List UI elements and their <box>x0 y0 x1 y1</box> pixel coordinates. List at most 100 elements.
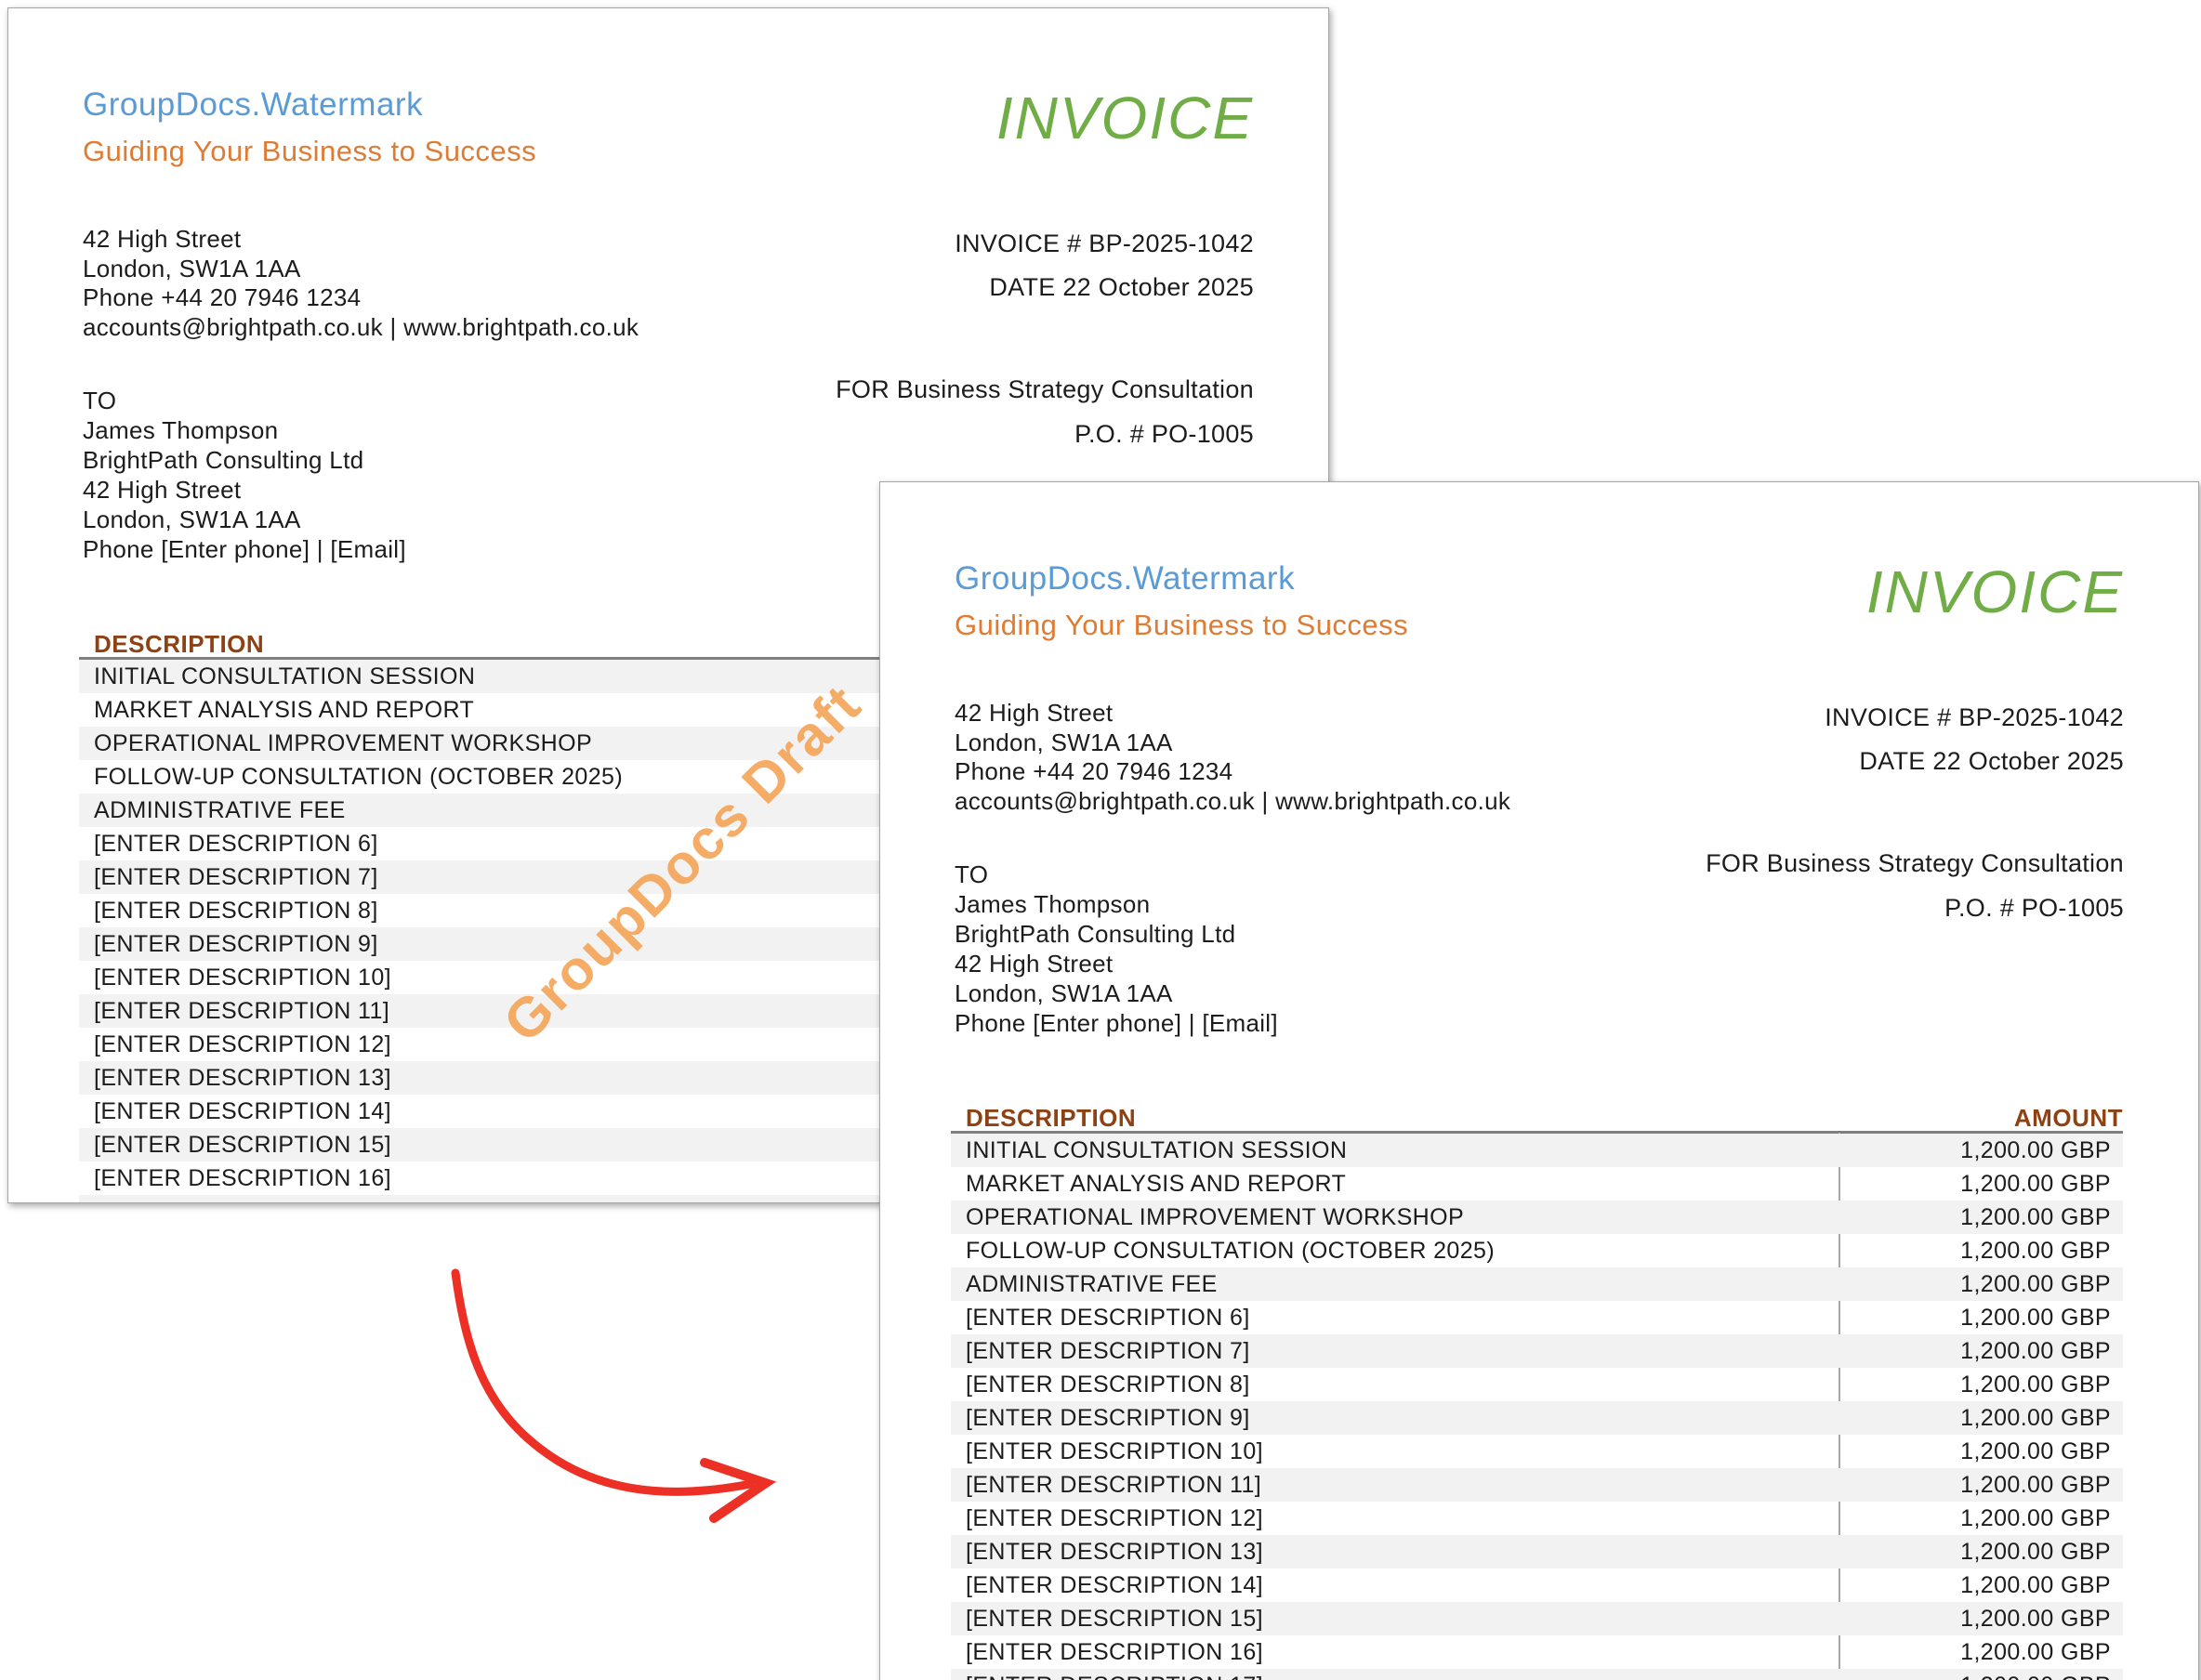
row-description: ADMINISTRATIVE FEE <box>79 797 967 824</box>
table-row: [ENTER DESCRIPTION 8]1,200.00 GBP <box>951 1368 2123 1401</box>
row-amount: 1,200.00 GBP <box>1839 1372 2123 1398</box>
row-description: ADMINISTRATIVE FEE <box>951 1271 1839 1298</box>
table-row: [ENTER DESCRIPTION 14]1,200.00 GBP <box>951 1568 2123 1602</box>
row-description: [ENTER DESCRIPTION 17] <box>951 1673 1839 1680</box>
row-amount: 1,200.00 GBP <box>1839 1505 2123 1532</box>
row-amount: 1,200.00 GBP <box>1839 1405 2123 1432</box>
table-row: INITIAL CONSULTATION SESSION1,200.00 GBP <box>951 1134 2123 1167</box>
to-line: BrightPath Consulting Ltd <box>955 919 1278 949</box>
row-description: [ENTER DESCRIPTION 15] <box>79 1132 967 1159</box>
row-description: [ENTER DESCRIPTION 6] <box>79 831 967 858</box>
row-description: [ENTER DESCRIPTION 13] <box>79 1065 967 1092</box>
row-description: [ENTER DESCRIPTION 7] <box>79 864 967 891</box>
row-amount: 1,200.00 GBP <box>1839 1171 2123 1198</box>
company-address-line: 42 High Street <box>955 699 1510 728</box>
company-address-line: accounts@brightpath.co.uk | www.brightpa… <box>955 787 1510 817</box>
row-description: OPERATIONAL IMPROVEMENT WORKSHOP <box>951 1204 1839 1231</box>
row-description: INITIAL CONSULTATION SESSION <box>951 1137 1839 1164</box>
row-description: [ENTER DESCRIPTION 16] <box>79 1165 967 1192</box>
table-header-amount: AMOUNT <box>2014 1104 2123 1133</box>
table-row: [ENTER DESCRIPTION 11]1,200.00 GBP <box>951 1468 2123 1502</box>
row-description: [ENTER DESCRIPTION 12] <box>951 1505 1839 1532</box>
table-header-description: DESCRIPTION <box>94 630 264 659</box>
invoice-number: INVOICE # BP-2025-1042 <box>955 230 1254 258</box>
to-line: James Thompson <box>955 889 1278 919</box>
table-row: [ENTER DESCRIPTION 10]1,200.00 GBP <box>951 1435 2123 1468</box>
row-description: [ENTER DESCRIPTION 9] <box>79 931 967 958</box>
row-amount: 1,200.00 GBP <box>1839 1472 2123 1499</box>
row-description: [ENTER DESCRIPTION 6] <box>951 1305 1839 1332</box>
invoice-page-clean: GroupDocs.Watermark Guiding Your Busines… <box>879 481 2199 1680</box>
to-label: TO <box>83 386 406 415</box>
bill-to-block: TO James Thompson BrightPath Consulting … <box>83 386 406 564</box>
to-line: London, SW1A 1AA <box>955 978 1278 1008</box>
brand-name: GroupDocs.Watermark <box>83 86 423 124</box>
row-description: [ENTER DESCRIPTION 14] <box>951 1572 1839 1599</box>
row-description: [ENTER DESCRIPTION 15] <box>951 1606 1839 1633</box>
company-address: 42 High Street London, SW1A 1AA Phone +4… <box>83 225 639 343</box>
bill-to-block: TO James Thompson BrightPath Consulting … <box>955 860 1278 1038</box>
row-amount: 1,200.00 GBP <box>1839 1137 2123 1164</box>
invoice-date: DATE 22 October 2025 <box>989 273 1254 302</box>
row-amount: 1,200.00 GBP <box>1839 1572 2123 1599</box>
table-row: [ENTER DESCRIPTION 7]1,200.00 GBP <box>951 1334 2123 1368</box>
row-description: MARKET ANALYSIS AND REPORT <box>951 1171 1839 1198</box>
row-amount: 1,200.00 GBP <box>1839 1305 2123 1332</box>
row-description: [ENTER DESCRIPTION 17] <box>79 1199 967 1204</box>
to-line: 42 High Street <box>955 949 1278 978</box>
row-description: FOLLOW-UP CONSULTATION (OCTOBER 2025) <box>951 1238 1839 1265</box>
table-row: [ENTER DESCRIPTION 15]1,200.00 GBP <box>951 1602 2123 1635</box>
row-amount: 1,200.00 GBP <box>1839 1539 2123 1566</box>
table-row: [ENTER DESCRIPTION 17]1,200.00 GBP <box>951 1669 2123 1680</box>
row-description: [ENTER DESCRIPTION 8] <box>79 898 967 925</box>
row-amount: 1,200.00 GBP <box>1839 1673 2123 1680</box>
row-amount: 1,200.00 GBP <box>1839 1204 2123 1231</box>
table-row: MARKET ANALYSIS AND REPORT1,200.00 GBP <box>951 1167 2123 1201</box>
company-address-line: Phone +44 20 7946 1234 <box>83 283 639 313</box>
table-row: [ENTER DESCRIPTION 16]1,200.00 GBP <box>951 1635 2123 1669</box>
invoice-po: P.O. # PO-1005 <box>1944 894 2124 923</box>
company-address: 42 High Street London, SW1A 1AA Phone +4… <box>955 699 1510 817</box>
row-description: [ENTER DESCRIPTION 9] <box>951 1405 1839 1432</box>
company-address-line: accounts@brightpath.co.uk | www.brightpa… <box>83 313 639 343</box>
row-description: [ENTER DESCRIPTION 11] <box>951 1472 1839 1499</box>
table-row: [ENTER DESCRIPTION 12]1,200.00 GBP <box>951 1502 2123 1535</box>
row-description: [ENTER DESCRIPTION 8] <box>951 1372 1839 1398</box>
table-row: [ENTER DESCRIPTION 9]1,200.00 GBP <box>951 1401 2123 1435</box>
company-address-line: 42 High Street <box>83 225 639 255</box>
to-line: London, SW1A 1AA <box>83 505 406 534</box>
row-description: [ENTER DESCRIPTION 10] <box>951 1438 1839 1465</box>
row-description: FOLLOW-UP CONSULTATION (OCTOBER 2025) <box>79 764 967 791</box>
row-amount: 1,200.00 GBP <box>1839 1639 2123 1666</box>
invoice-line-items: INITIAL CONSULTATION SESSION1,200.00 GBP… <box>951 1134 2123 1680</box>
brand-tagline: Guiding Your Business to Success <box>83 135 536 168</box>
annotation-arrow <box>409 1254 837 1645</box>
invoice-title: INVOICE <box>996 88 1254 148</box>
brand-name: GroupDocs.Watermark <box>955 560 1295 597</box>
invoice-for: FOR Business Strategy Consultation <box>1706 849 2124 878</box>
brand-tagline: Guiding Your Business to Success <box>955 609 1408 642</box>
company-address-line: London, SW1A 1AA <box>83 255 639 284</box>
to-line: BrightPath Consulting Ltd <box>83 445 406 475</box>
row-amount: 1,200.00 GBP <box>1839 1238 2123 1265</box>
row-description: [ENTER DESCRIPTION 16] <box>951 1639 1839 1666</box>
row-amount: 1,200.00 GBP <box>1839 1606 2123 1633</box>
invoice-date: DATE 22 October 2025 <box>1859 747 2124 776</box>
company-address-line: London, SW1A 1AA <box>955 728 1510 758</box>
table-row: [ENTER DESCRIPTION 13]1,200.00 GBP <box>951 1535 2123 1568</box>
company-address-line: Phone +44 20 7946 1234 <box>955 757 1510 787</box>
table-row: ADMINISTRATIVE FEE1,200.00 GBP <box>951 1267 2123 1301</box>
row-description: [ENTER DESCRIPTION 14] <box>79 1098 967 1125</box>
to-line: 42 High Street <box>83 475 406 505</box>
invoice-for: FOR Business Strategy Consultation <box>836 375 1254 404</box>
row-description: [ENTER DESCRIPTION 7] <box>951 1338 1839 1365</box>
to-line: James Thompson <box>83 415 406 445</box>
table-row: OPERATIONAL IMPROVEMENT WORKSHOP1,200.00… <box>951 1201 2123 1234</box>
invoice-number: INVOICE # BP-2025-1042 <box>1825 703 2124 732</box>
table-row: [ENTER DESCRIPTION 6]1,200.00 GBP <box>951 1301 2123 1334</box>
to-line: Phone [Enter phone] | [Email] <box>955 1008 1278 1038</box>
invoice-po: P.O. # PO-1005 <box>1074 420 1254 449</box>
row-description: [ENTER DESCRIPTION 13] <box>951 1539 1839 1566</box>
row-amount: 1,200.00 GBP <box>1839 1438 2123 1465</box>
to-line: Phone [Enter phone] | [Email] <box>83 534 406 564</box>
